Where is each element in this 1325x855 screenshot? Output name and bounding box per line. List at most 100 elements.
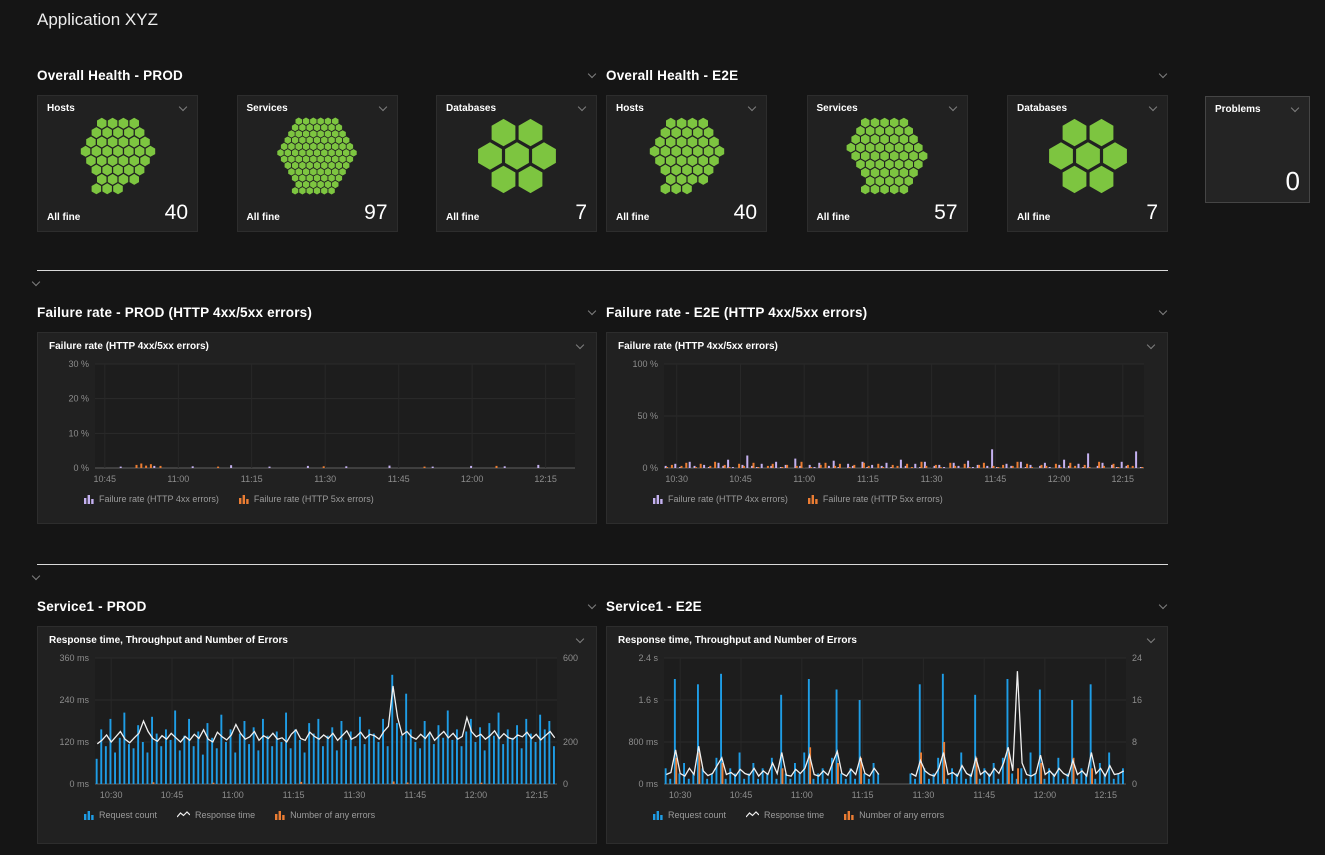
entity-count: 40	[165, 202, 188, 223]
svg-text:30 %: 30 %	[68, 359, 89, 369]
health-tile-hosts-e2e[interactable]: Hosts All fine 40	[606, 95, 767, 232]
svg-text:16: 16	[1132, 695, 1142, 705]
svg-text:11:00: 11:00	[167, 474, 189, 484]
bars-icon	[808, 494, 818, 504]
chart-title: Failure rate (HTTP 4xx/5xx errors)	[49, 341, 209, 352]
svg-text:11:00: 11:00	[222, 790, 244, 800]
chart-title: Response time, Throughput and Number of …	[49, 635, 288, 646]
tile-title: Databases	[1017, 103, 1067, 114]
legend-item[interactable]: Number of any errors	[844, 810, 944, 820]
health-tile-services-prod[interactable]: Services All fine 97	[237, 95, 398, 232]
divider-line	[37, 564, 1168, 565]
tile-title: Problems	[1215, 104, 1261, 115]
chart-tile-service1-prod[interactable]: Response time, Throughput and Number of …	[37, 626, 597, 844]
health-hex-grid	[617, 117, 757, 195]
divider-line	[37, 270, 1168, 271]
svg-text:10:45: 10:45	[730, 790, 753, 800]
chart-title: Failure rate (HTTP 4xx/5xx errors)	[618, 341, 778, 352]
svg-text:200: 200	[563, 737, 578, 747]
health-tile-databases-e2e[interactable]: Databases All fine 7	[1007, 95, 1168, 232]
svg-text:11:15: 11:15	[283, 790, 305, 800]
chevron-down-icon[interactable]	[378, 103, 388, 113]
chevron-down-icon[interactable]	[1158, 601, 1168, 611]
chevron-down-icon[interactable]	[1158, 307, 1168, 317]
chevron-down-icon[interactable]	[587, 601, 597, 611]
svg-text:11:30: 11:30	[314, 474, 336, 484]
line-icon	[746, 810, 759, 820]
legend-label: Failure rate (HTTP 5xx errors)	[823, 494, 943, 504]
legend-label: Response time	[764, 810, 824, 820]
chevron-down-icon[interactable]	[1290, 104, 1300, 114]
entity-count: 40	[734, 202, 757, 223]
service1-chart-e2e[interactable]: 0 ms800 ms1.6 s2.4 s08162410:3010:4511:0…	[618, 650, 1156, 802]
svg-text:10:45: 10:45	[94, 474, 117, 484]
health-tile-hosts-prod[interactable]: Hosts All fine 40	[37, 95, 198, 232]
bars-icon	[84, 494, 94, 504]
svg-text:10:30: 10:30	[665, 474, 688, 484]
health-tile-services-e2e[interactable]: Services All fine 57	[807, 95, 968, 232]
line-icon	[177, 810, 190, 820]
chart-title: Response time, Throughput and Number of …	[618, 635, 857, 646]
chevron-down-icon[interactable]	[1146, 341, 1156, 351]
legend-item[interactable]: Response time	[177, 810, 255, 820]
chevron-down-icon[interactable]	[1158, 70, 1168, 80]
chevron-down-icon[interactable]	[178, 103, 188, 113]
svg-text:11:45: 11:45	[984, 474, 1006, 484]
section-failure-prod: Failure rate - PROD (HTTP 4xx/5xx errors…	[37, 303, 597, 524]
legend-item[interactable]: Failure rate (HTTP 4xx errors)	[653, 494, 788, 504]
tile-title: Databases	[446, 103, 496, 114]
svg-text:11:45: 11:45	[404, 790, 426, 800]
chevron-down-icon[interactable]	[747, 103, 757, 113]
tile-title: Services	[247, 103, 288, 114]
svg-text:11:30: 11:30	[921, 474, 943, 484]
bars-icon	[844, 810, 854, 820]
health-status: All fine	[446, 212, 479, 223]
svg-text:0: 0	[1132, 779, 1137, 789]
svg-text:800 ms: 800 ms	[628, 737, 658, 747]
legend-item[interactable]: Request count	[653, 810, 726, 820]
chart-tile-service1-e2e[interactable]: Response time, Throughput and Number of …	[606, 626, 1168, 844]
problems-count: 0	[1215, 168, 1300, 194]
svg-text:120 ms: 120 ms	[59, 737, 89, 747]
legend-item[interactable]: Failure rate (HTTP 5xx errors)	[808, 494, 943, 504]
chart-legend: Failure rate (HTTP 4xx errors) Failure ra…	[49, 494, 585, 504]
health-status: All fine	[616, 212, 649, 223]
svg-text:600: 600	[563, 653, 578, 663]
health-hex-grid	[817, 117, 957, 195]
legend-item[interactable]: Failure rate (HTTP 5xx errors)	[239, 494, 374, 504]
chevron-down-icon[interactable]	[31, 572, 41, 582]
chevron-down-icon[interactable]	[31, 278, 41, 288]
legend-item[interactable]: Failure rate (HTTP 4xx errors)	[84, 494, 219, 504]
chart-legend: Failure rate (HTTP 4xx errors) Failure ra…	[618, 494, 1156, 504]
section-title: Failure rate - PROD (HTTP 4xx/5xx errors…	[37, 305, 312, 320]
entity-count: 57	[934, 202, 957, 223]
chart-tile-failure-prod[interactable]: Failure rate (HTTP 4xx/5xx errors) 0 %10…	[37, 332, 597, 524]
legend-item[interactable]: Number of any errors	[275, 810, 375, 820]
service1-chart-prod[interactable]: 0 ms120 ms240 ms360 ms020060010:3010:451…	[49, 650, 587, 802]
svg-text:12:00: 12:00	[1048, 474, 1071, 484]
legend-item[interactable]: Response time	[746, 810, 824, 820]
problems-tile[interactable]: Problems 0	[1205, 96, 1310, 203]
chevron-down-icon[interactable]	[575, 635, 585, 645]
legend-item[interactable]: Request count	[84, 810, 157, 820]
chevron-down-icon[interactable]	[948, 103, 958, 113]
chevron-down-icon[interactable]	[577, 103, 587, 113]
failure-rate-chart-prod[interactable]: 0 %10 %20 %30 %10:4511:0011:1511:3011:45…	[49, 356, 587, 486]
svg-text:12:15: 12:15	[1112, 474, 1135, 484]
chevron-down-icon[interactable]	[1146, 635, 1156, 645]
chevron-down-icon[interactable]	[1148, 103, 1158, 113]
legend-label: Response time	[195, 810, 255, 820]
row-service1: Service1 - PROD Response time, Throughpu…	[37, 597, 1325, 844]
svg-text:11:30: 11:30	[343, 790, 365, 800]
svg-text:2.4 s: 2.4 s	[638, 653, 658, 663]
chart-legend: Request count Response time Number of any …	[618, 810, 1156, 820]
legend-label: Failure rate (HTTP 4xx errors)	[99, 494, 219, 504]
chevron-down-icon[interactable]	[587, 70, 597, 80]
chevron-down-icon[interactable]	[575, 341, 585, 351]
legend-label: Number of any errors	[290, 810, 375, 820]
failure-rate-chart-e2e[interactable]: 0 %50 %100 %10:3010:4511:0011:1511:3011:…	[618, 356, 1156, 486]
chevron-down-icon[interactable]	[587, 307, 597, 317]
health-tile-databases-prod[interactable]: Databases All fine 7	[436, 95, 597, 232]
svg-text:12:15: 12:15	[534, 474, 557, 484]
chart-tile-failure-e2e[interactable]: Failure rate (HTTP 4xx/5xx errors) 0 %50…	[606, 332, 1168, 524]
